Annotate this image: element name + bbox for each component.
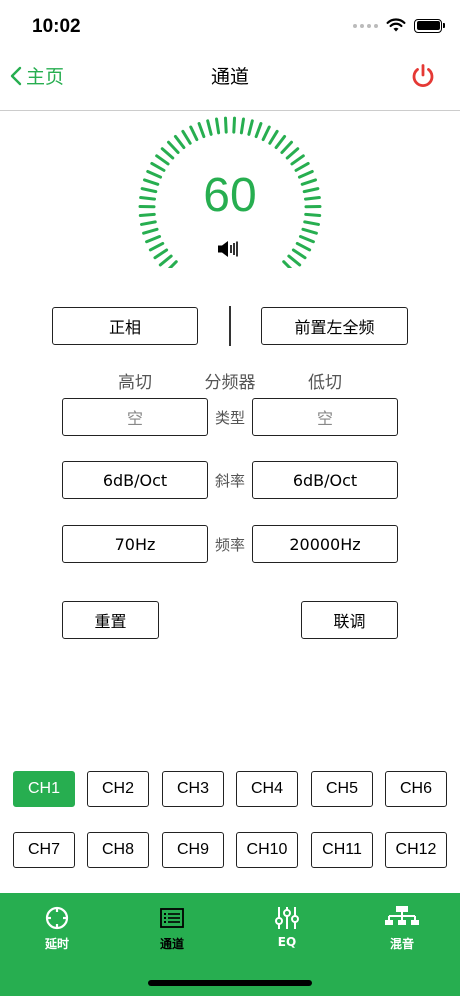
channel-button-ch9[interactable]: CH9 [162, 832, 224, 868]
gauge-tick [287, 254, 302, 267]
tab-label: EQ [277, 935, 297, 949]
home-indicator [148, 980, 312, 986]
low-cut-label: 低切 [308, 373, 342, 393]
channel-button-ch11[interactable]: CH11 [311, 832, 373, 868]
gauge-tick [268, 129, 279, 145]
back-label: 主页 [26, 66, 65, 88]
status-indicators [353, 18, 445, 33]
channel-button-ch10[interactable]: CH10 [236, 832, 298, 868]
low-cut-slope-select[interactable]: 6dB/Oct [252, 461, 398, 499]
gauge-tick [282, 260, 293, 268]
tab-mixer[interactable]: 混音 [357, 903, 447, 952]
crosshair-icon [45, 906, 69, 930]
gauge-tick [181, 129, 192, 145]
gauge-tick [261, 125, 271, 142]
power-icon [412, 64, 434, 88]
high-cut-label: 高切 [118, 373, 152, 393]
frequency-label: 频率 [214, 536, 245, 554]
high-cut-slope-select[interactable]: 6dB/Oct [62, 461, 208, 499]
channel-button-ch4[interactable]: CH4 [236, 771, 298, 807]
tab-label: 通道 [159, 937, 184, 951]
gauge-tick [148, 241, 165, 252]
reset-button[interactable]: 重置 [62, 601, 159, 639]
list-icon [160, 908, 184, 928]
gauge-tick [254, 121, 263, 139]
channel-button-ch8[interactable]: CH8 [87, 832, 149, 868]
gauge-tick [215, 117, 221, 135]
channel-button-ch5[interactable]: CH5 [311, 771, 373, 807]
page-title: 通道 [210, 66, 249, 88]
gauge-tick [239, 117, 245, 135]
gauge-tick [197, 121, 206, 139]
low-cut-frequency-input[interactable]: 20000Hz [252, 525, 398, 563]
gauge-tick [247, 119, 254, 136]
channel-button-ch1[interactable]: CH1 [13, 771, 75, 807]
channel-button-ch12[interactable]: CH12 [385, 832, 447, 868]
gauge-tick [173, 134, 186, 150]
gauge-tick [160, 147, 175, 160]
chevron-left-icon [10, 66, 22, 85]
gauge-tick [301, 227, 318, 235]
channel-button-ch7[interactable]: CH7 [13, 832, 75, 868]
gauge-tick [145, 234, 162, 244]
high-cut-type-select[interactable]: 空 [62, 398, 208, 436]
tab-label: 延时 [44, 937, 69, 951]
tab-channel[interactable]: 通道 [127, 903, 217, 952]
tab-label: 混音 [389, 937, 414, 951]
gauge-tick [223, 116, 228, 134]
gauge-tick [298, 234, 315, 244]
signal-icon [353, 23, 378, 28]
gauge-tick [155, 154, 170, 166]
channel-button-ch3[interactable]: CH3 [162, 771, 224, 807]
gauge-tick [142, 227, 159, 235]
slope-label: 斜率 [214, 472, 245, 490]
phase-button[interactable]: 正相 [52, 307, 198, 345]
low-cut-type-select[interactable]: 空 [252, 398, 398, 436]
source-select-button[interactable]: 前置左全频 [261, 307, 408, 345]
high-cut-frequency-input[interactable]: 70Hz [62, 525, 208, 563]
power-button[interactable] [410, 63, 436, 93]
battery-icon [414, 18, 445, 33]
gauge-tick [206, 119, 213, 136]
gauge-tick [232, 116, 237, 134]
volume-value: 60 [203, 169, 257, 222]
gauge-tick [153, 248, 169, 260]
gauge-tick [167, 140, 180, 154]
type-label: 类型 [214, 409, 245, 427]
button-separator [229, 306, 231, 346]
gauge-tick [167, 260, 178, 268]
gauge-tick [285, 147, 300, 160]
channel-button-ch6[interactable]: CH6 [385, 771, 447, 807]
gauge-tick [280, 140, 293, 154]
tab-delay[interactable]: 延时 [12, 903, 102, 952]
gauge-tick [158, 254, 173, 267]
gauge-tick [189, 125, 199, 142]
back-button[interactable]: 主页 [10, 62, 64, 89]
link-button[interactable]: 联调 [301, 601, 398, 639]
crossover-title: 分频器 [204, 373, 256, 393]
sliders-icon [275, 907, 299, 929]
speaker-icon [218, 241, 238, 257]
hierarchy-icon [385, 906, 419, 925]
gauge-tick [291, 248, 307, 260]
gauge-tick [290, 154, 305, 166]
tab-eq[interactable]: EQ [242, 903, 332, 949]
wifi-icon [386, 18, 406, 32]
status-time: 10:02 [32, 16, 81, 37]
gauge-tick [274, 134, 287, 150]
gauge-tick [295, 241, 312, 252]
channel-button-ch2[interactable]: CH2 [87, 771, 149, 807]
